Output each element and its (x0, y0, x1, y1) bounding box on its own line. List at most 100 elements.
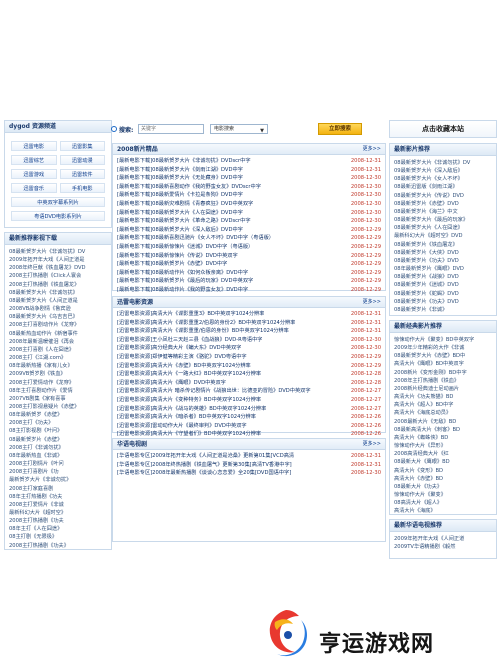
left-list-item[interactable]: 08年主打热播剧《功夫 (9, 493, 107, 501)
search-input[interactable] (138, 124, 204, 134)
left-list-item[interactable]: 最新贺岁大片《非诚勿扰》 (9, 476, 107, 484)
left-list-item[interactable]: 2008主打家庭喜剧 (9, 485, 107, 493)
row-title-link[interactable]: [迅雷电影资源]高清大片《谍影重重2/伯恩的身份2》BD中英双字1024分辨率 (117, 319, 295, 328)
left-list-item[interactable]: 2008主打喜剧片《功 (9, 468, 107, 476)
table-row[interactable]: [最新电影下载]08最新贺岁大片《无处藏身》DVD中字 2008-12-30 (117, 174, 381, 183)
left-list-item[interactable]: 08主打影视剧《叶问》 (9, 427, 107, 435)
category-link[interactable]: 手机电影 (59, 183, 105, 193)
more-link[interactable]: 更多>> (363, 297, 381, 308)
left-list-item[interactable]: 2008主打热播剧《铁血屠龙》 (9, 281, 107, 289)
row-title-link[interactable]: [迅雷电影资源]王小凤杜三天赵三县《血战狼》DVD-R粤语中字 (117, 336, 262, 345)
left-list-item[interactable]: 08最新贺岁大片《乌吉吉巴》 (9, 313, 107, 321)
row-title-link[interactable]: [最新电影下载]08最新爱情片《卡拉是条狗》DVD中字 (117, 191, 243, 200)
left-list-item[interactable]: 08年主打《人在囧途》 (9, 525, 107, 533)
table-row[interactable]: [迅雷电影资源]高清大片《一路大红》BD中英双字1024分辨率 2008-12-2… (117, 370, 381, 379)
row-title-link[interactable]: [迅雷电影资源]高清大片《暗杀者》BD中英双字1024分辨率 (117, 413, 256, 422)
right-list-item[interactable]: 惊悚动作大片《聚变》 (394, 491, 492, 499)
left-list-item[interactable]: 08最新贺岁片《赤壁》 (9, 436, 107, 444)
row-title-link[interactable]: [迅雷电影资源]高清大片《鹰眼》DVD中英双字 (117, 379, 226, 388)
row-title-link[interactable]: [迅雷电影资源]高分经典大片《蝙大东》DVD中英双字 (117, 344, 241, 353)
right-list-item[interactable]: 高清大片《功夫熊猫》BD (394, 393, 492, 401)
table-row[interactable]: [最新电影下载]08最新惊悚片《迷城》DVD中字（粤语版） 2008-12-29 (117, 243, 381, 252)
right-list-item[interactable]: 08最新贺岁片《赤壁》DVD (394, 200, 492, 208)
search-button[interactable]: 立即搜索 (318, 123, 362, 135)
left-list-item[interactable]: 08主打剧《无限极》 (9, 533, 107, 541)
left-list-item[interactable]: 2008主打热播剧《功夫》 (9, 542, 107, 549)
row-title-link[interactable]: [华语电影专区]2009年拓开年大戏《人间正道是沧桑》更新第01集[VCD高清 (117, 452, 294, 461)
right-list-item[interactable]: 08最新迅雷版《剑雨江湖》 (394, 183, 492, 191)
category-link[interactable]: 迅雷影集 (59, 141, 105, 151)
row-title-link[interactable]: [最新电影下载]08最新贺岁大片《人在囧途》DVD中字 (117, 209, 243, 218)
table-row[interactable]: [华语电影专区]2008年终热播剧《铁血屠气》更新第30集[高清TV香港中字] 2… (117, 461, 381, 470)
more-link[interactable]: 更多>> (363, 144, 381, 155)
row-title-link[interactable]: [最新电影下载]08最新贺岁大片《深入敌后》DVD中字 (117, 226, 243, 235)
row-title-link[interactable]: [迅雷电影资源]郑伊健等精彩主演《骆驼》DVD粤语中字 (117, 353, 247, 362)
table-row[interactable]: [最新电影下载]08最新喜剧动作《我的野蛮女友》DVDscr中字 2008-12-… (117, 183, 381, 192)
right-list-item[interactable]: 高清大片《鹰眼》BD中英双字 (394, 360, 492, 368)
row-title-link[interactable]: [迅雷电影资源]高清大片《赤壁》BD中英双字1024分辨率 (117, 362, 251, 371)
left-list-item[interactable]: 2007VB剧集《家有喜事 (9, 395, 107, 403)
right-list-item[interactable]: 08最新大片《功夫》 (394, 483, 492, 491)
table-row[interactable]: [迅雷电影资源]高清大片《暗杀者》BD中英双字1024分辨率 2008-12-26 (117, 413, 381, 422)
right-list-item[interactable]: 惊悚动作大片《异形》 (394, 442, 492, 450)
right-list-item[interactable]: 08最新贺岁片《蛇蝎》DVD (394, 290, 492, 298)
table-row[interactable]: [迅雷电影资源]高清大片《赤壁》BD中英双字1024分辨率 2008-12-29 (117, 362, 381, 371)
right-list-item[interactable]: 08最新贺岁大片《非诚勿扰》DV (394, 159, 492, 167)
left-list-item[interactable]: 2008主打影视悬疑片《赤壁》 (9, 403, 107, 411)
table-row[interactable]: [最新电影下载]08最新爱情片《卡拉是条狗》DVD中字 2008-12-30 (117, 191, 381, 200)
right-list-item[interactable]: 08最新贺岁片《非诚》 (394, 306, 492, 314)
right-list-item[interactable]: 2009TV华语精播剧《毅然 (394, 543, 492, 551)
table-row[interactable]: [最新电影下载]08最新贺岁大片《人在囧途》DVD中字 2008-12-30 (117, 209, 381, 218)
left-list-item[interactable]: 2008主打喜剧动作片《龙穿》 (9, 321, 107, 329)
left-list-item[interactable]: 2008年终巨献《铁血屠龙》DVD (9, 264, 107, 272)
row-title-link[interactable]: [迅雷电影资源]高清大片《变种特务》BD中英双字1024分辨率 (117, 396, 261, 405)
right-list-item[interactable]: 08最新贺岁片《大侠》DVD (394, 249, 492, 257)
table-row[interactable]: [最新电影下载]08最新惊悚片《传说》DVD中英双字 2008-12-29 (117, 252, 381, 261)
category-link[interactable]: 迅雷动漫 (59, 155, 105, 165)
row-title-link[interactable]: [最新电影下载]08最新贺岁大片《无处藏身》DVD中字 (117, 174, 243, 183)
table-row[interactable]: [最新电影下载]08最新贺岁大片《深入敌后》DVD中字 2008-12-29 (117, 226, 381, 235)
row-title-link[interactable]: [最新电影下载]08最新贺岁大片《革命之路》DVDscr中字 (117, 217, 251, 226)
row-title-link[interactable]: [最新电影下载]08最新贺岁片《赤壁》DVD中字 (117, 260, 227, 269)
category-link[interactable]: 迅雷电影 (11, 141, 57, 151)
table-row[interactable]: [最新电影下载]08最新贺岁大片《非诚勿扰》DVDscr中字 2008-12-31 (117, 157, 381, 166)
right-list-item[interactable]: 2008高清经典大片《红 (394, 450, 492, 458)
row-title-link[interactable]: [最新电影下载]08最新贺岁大片《非诚勿扰》DVDscr中字 (117, 157, 251, 166)
row-title-link[interactable]: [迅雷电影资源]高清大片《战马的英雄》BD中英双字1024分辨率 (117, 405, 266, 414)
table-row[interactable]: [最新电影下载]08最新贺岁大片《革命之路》DVDscr中字 2008-12-30 (117, 217, 381, 226)
right-list-item[interactable]: 高清大片《变形》BD (394, 467, 492, 475)
category-link[interactable]: 迅雷综艺 (11, 155, 57, 165)
row-title-link[interactable]: [迅雷电影资源]高清大片《一路大红》BD中英双字1024分辨率 (117, 370, 261, 379)
table-row[interactable]: [迅雷电影资源]郑伊健等精彩主演《骆驼》DVD粤语中字 2008-12-29 (117, 353, 381, 362)
search-type-select[interactable]: 电影搜索 ▼ (210, 124, 268, 134)
table-row[interactable]: [迅雷电影资源]高清大片《谍影重重/伯恩的身份》BD中英双字1024分辨率 200… (117, 327, 381, 336)
left-list-item[interactable]: 08年主打喜剧动作片《爱情 (9, 387, 107, 395)
left-list-item[interactable]: 2009VB贺岁剧《铁血》 (9, 370, 107, 378)
row-title-link[interactable]: [华语电影专区]2008年终热播剧《铁血屠气》更新第30集[高清TV香港中字] (117, 461, 292, 470)
right-list-item[interactable]: 惊悚动作大片《聚变》BD中英双字 (394, 336, 492, 344)
right-list-item[interactable]: 2009年少年精彩的大作《非诚 (394, 344, 492, 352)
right-list-item[interactable]: 2009年拓开年大戏《人间正道 (394, 535, 492, 543)
left-list-item[interactable]: 08最新贺岁大片《非诚勿扰》 (9, 289, 107, 297)
right-list-item[interactable]: 最新科幻大片《超时空》DVD (394, 232, 492, 240)
table-row[interactable]: [迅雷电影资源]高清大片《谍影重重3》BD中英双字1024分辨率 2008-12-… (117, 310, 381, 319)
table-row[interactable]: [迅雷电影资源]高清大片《变种特务》BD中英双字1024分辨率 2008-12-2… (117, 396, 381, 405)
row-title-link[interactable]: [最新电影下载]08最新灾难剧情《青春疯狂》DVD中英双字 (117, 200, 253, 209)
left-list-item[interactable]: 2008主打《功夫》 (9, 419, 107, 427)
category-link[interactable]: 中英双字幕系列片 (11, 197, 105, 207)
left-list-item[interactable]: 2008主打热播剧《Click人寰会 (9, 272, 107, 280)
left-list-item[interactable]: 2009年拓开年大戏《人间正道是 (9, 256, 107, 264)
table-row[interactable]: [最新电影下载]08最新动作片《我的野蛮女友》DVD中字 2008-12-29 (117, 286, 381, 295)
table-row[interactable]: [迅雷电影资源]高清大片 暗杀传记剧情片《战狼出世：比德亚的冒险》DVD中英双字… (117, 387, 381, 396)
row-title-link[interactable]: [华语电影专区]2008年最新热播剧《谈谈心恋恋爱》全20集[DVD国语中字] (117, 469, 291, 478)
table-row[interactable]: [迅雷电影资源]高清大片《鹰眼》DVD中英双字 2008-12-28 (117, 379, 381, 388)
left-list-item[interactable]: 2008主打剧情片《叶问 (9, 460, 107, 468)
row-title-link[interactable]: [迅雷电影资源]高清大片《谍影重重3》BD中英双字1024分辨率 (117, 310, 264, 319)
right-list-item[interactable]: 08最新贺岁大片《最后的玩家》 (394, 216, 492, 224)
left-list-item[interactable]: 2008主打热播剧《功夫 (9, 517, 107, 525)
right-list-item[interactable]: 2008最新大片《无敌》BD (394, 418, 492, 426)
row-title-link[interactable]: [最新电影下载]08最新动作片《我的野蛮女友》DVD中字 (117, 286, 248, 295)
right-list-item[interactable]: 高清大片《蜘蛛侠》BD (394, 434, 492, 442)
left-list-item[interactable]: 2008年最新温暖催泪《再会 (9, 338, 107, 346)
right-list-item[interactable]: 08高清大片《超人》 (394, 499, 492, 507)
